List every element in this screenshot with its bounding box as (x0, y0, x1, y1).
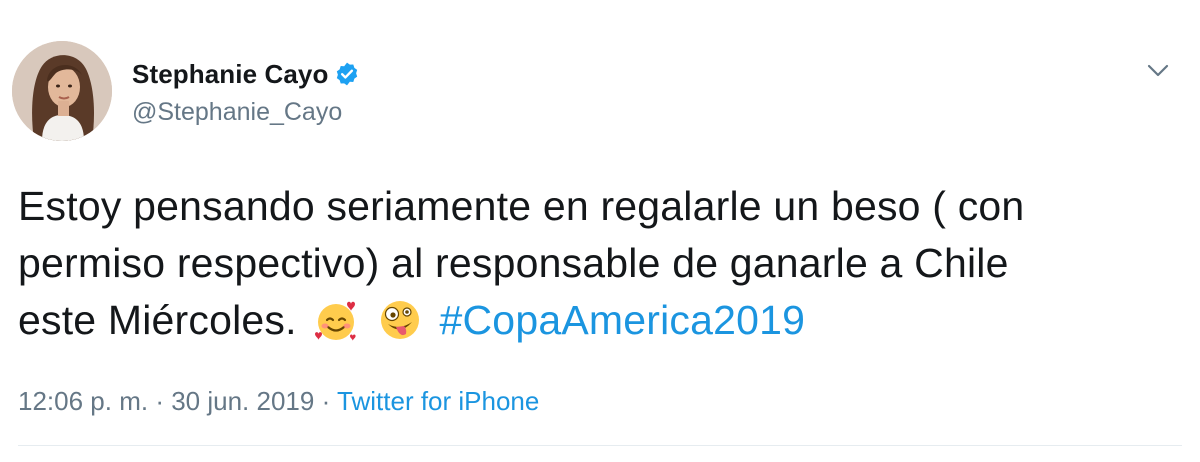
tweet-text-line: Estoy pensando seriamente en regalarle u… (18, 183, 1025, 229)
divider (18, 445, 1182, 446)
tweet-text-line: este Miércoles. #CopaAmerica2019 (18, 292, 1178, 349)
name-row: Stephanie Cayo (132, 56, 360, 92)
tweet-card: Stephanie Cayo @Stephanie_Cayo Estoy pen… (0, 0, 1200, 462)
handle[interactable]: @Stephanie_Cayo (132, 98, 360, 127)
tweet-meta: 12:06 p. m. · 30 jun. 2019 · Twitter for… (18, 386, 539, 417)
smiling-face-with-hearts-emoji (312, 296, 360, 344)
meta-separator: · (155, 386, 164, 416)
zany-face-emoji (376, 296, 424, 344)
author-block: Stephanie Cayo @Stephanie_Cayo (132, 56, 360, 127)
tweet-source-link[interactable]: Twitter for iPhone (337, 386, 539, 416)
display-name[interactable]: Stephanie Cayo (132, 59, 328, 90)
verified-badge-icon (334, 61, 360, 87)
tweet-text: Estoy pensando seriamente en regalarle u… (18, 178, 1178, 349)
meta-separator: · (321, 386, 331, 416)
profile-photo (12, 41, 112, 141)
hashtag-link[interactable]: #CopaAmerica2019 (440, 297, 806, 343)
tweet-text-line: permiso respectivo) al responsable de ga… (18, 240, 1009, 286)
avatar[interactable] (12, 41, 112, 141)
tweet-time[interactable]: 12:06 p. m. (18, 386, 148, 416)
tweet-text-fragment: este Miércoles. (18, 297, 297, 343)
tweet-date[interactable]: 30 jun. 2019 (171, 386, 314, 416)
chevron-down-icon[interactable] (1145, 60, 1171, 82)
